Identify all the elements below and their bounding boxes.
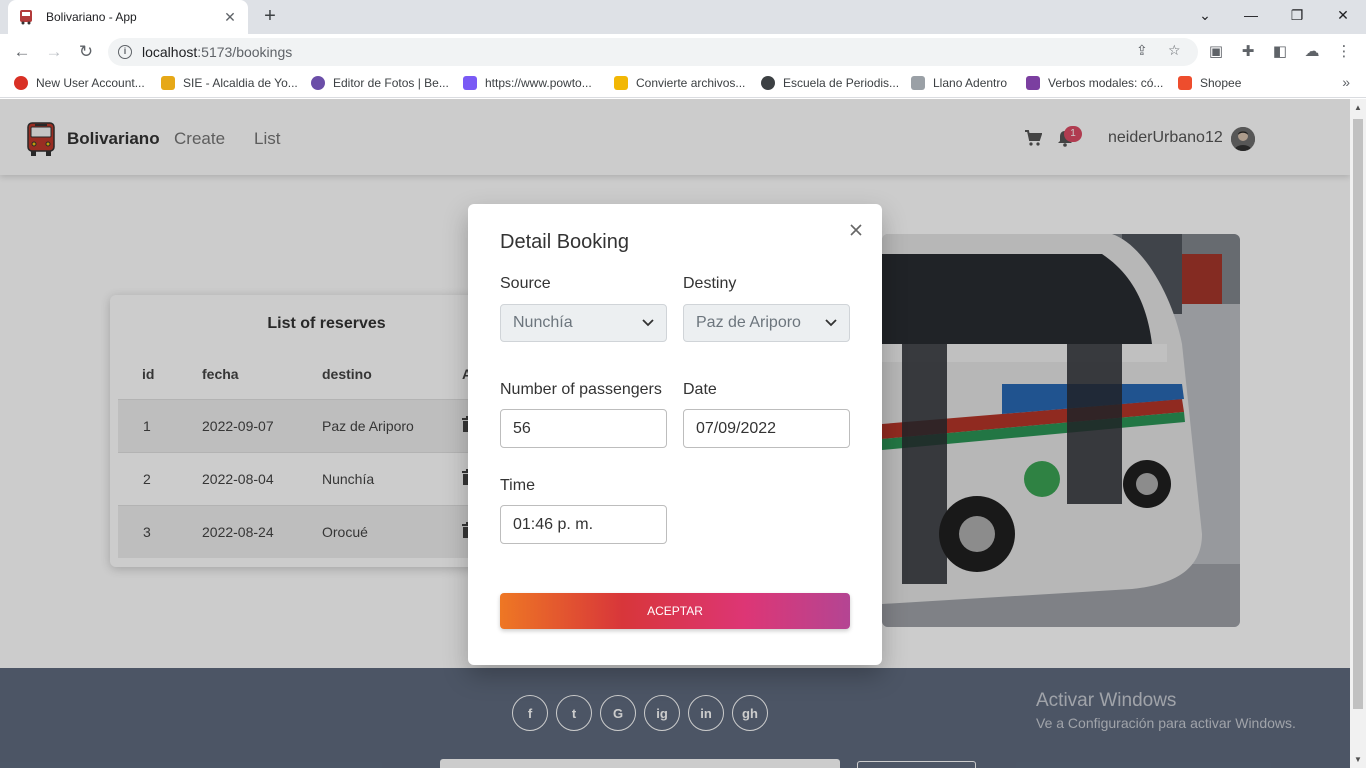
bookmark-item[interactable]: Editor de Fotos | Be... [311, 76, 449, 90]
tab-title: Bolivariano - App [46, 10, 137, 24]
scroll-down-icon[interactable]: ▼ [1354, 755, 1362, 764]
browser-toolbar: ← → ↻ i localhost:5173/bookings ⇪ ☆ ▣ ✚ … [0, 34, 1366, 70]
cast-icon[interactable]: ▣ [1206, 42, 1226, 62]
extensions-icon[interactable]: ✚ [1238, 42, 1258, 62]
reload-icon[interactable]: ↻ [74, 40, 98, 64]
passengers-label: Number of passengers [500, 381, 662, 398]
source-label: Source [500, 275, 551, 292]
new-tab-icon[interactable]: + [258, 4, 282, 28]
browser-tab-strip: Bolivariano - App ✕ + ⌄ — ❐ ✕ [0, 0, 1366, 34]
site-info-icon[interactable]: i [118, 45, 132, 59]
bookmark-item[interactable]: Llano Adentro [911, 76, 1007, 90]
forward-icon[interactable]: → [42, 40, 66, 64]
bookmark-item[interactable]: Shopee [1178, 76, 1241, 90]
passengers-input[interactable]: 56 [500, 409, 667, 448]
bookmark-star-icon[interactable]: ☆ [1168, 42, 1181, 59]
back-icon[interactable]: ← [10, 40, 34, 64]
tab-close-icon[interactable]: ✕ [222, 9, 238, 26]
source-select[interactable]: Nunchía [500, 304, 667, 342]
scroll-up-icon[interactable]: ▲ [1354, 103, 1362, 112]
accept-button[interactable]: ACEPTAR [500, 593, 850, 629]
time-input[interactable]: 01:46 p. m. [500, 505, 667, 544]
restore-icon[interactable]: ❐ [1274, 0, 1320, 30]
minimize-icon[interactable]: — [1228, 0, 1274, 30]
menu-icon[interactable]: ⋮ [1334, 42, 1354, 62]
side-panel-icon[interactable]: ◧ [1270, 42, 1290, 62]
chevron-down-icon [825, 319, 837, 327]
date-label: Date [683, 381, 717, 398]
window-close-icon[interactable]: ✕ [1320, 0, 1366, 30]
browser-tab[interactable]: Bolivariano - App ✕ [8, 0, 248, 34]
bookmarks-more-icon[interactable]: » [1342, 74, 1350, 90]
share-icon[interactable]: ⇪ [1136, 42, 1148, 59]
url-text: localhost:5173/bookings [142, 44, 293, 60]
bookmark-item[interactable]: New User Account... [14, 76, 145, 90]
bookmark-item[interactable]: SIE - Alcaldia de Yo... [161, 76, 298, 90]
detail-booking-modal: Detail Booking Source Nunchía Destiny Pa… [468, 204, 882, 665]
page-scrollbar[interactable]: ▲ ▼ [1350, 99, 1366, 768]
tab-search-icon[interactable]: ⌄ [1182, 0, 1228, 30]
profile-icon[interactable]: ☁ [1302, 42, 1322, 62]
destiny-select[interactable]: Paz de Ariporo [683, 304, 850, 342]
bookmark-item[interactable]: https://www.powto... [463, 76, 592, 90]
date-input[interactable]: 07/09/2022 [683, 409, 850, 448]
scroll-thumb[interactable] [1353, 119, 1363, 709]
bus-favicon-icon [18, 9, 34, 25]
chevron-down-icon [642, 319, 654, 327]
time-label: Time [500, 477, 535, 494]
bookmark-item[interactable]: Verbos modales: có... [1026, 76, 1163, 90]
bookmark-item[interactable]: Convierte archivos... [614, 76, 745, 90]
close-icon[interactable] [848, 222, 864, 238]
modal-title: Detail Booking [500, 231, 629, 253]
page-viewport: Bolivariano Create List 1 neiderUrbano12… [0, 99, 1350, 768]
bookmarks-bar: New User Account... SIE - Alcaldia de Yo… [0, 70, 1366, 98]
destiny-label: Destiny [683, 275, 737, 292]
bookmark-item[interactable]: Escuela de Periodis... [761, 76, 899, 90]
address-bar[interactable]: i localhost:5173/bookings [108, 38, 1198, 66]
